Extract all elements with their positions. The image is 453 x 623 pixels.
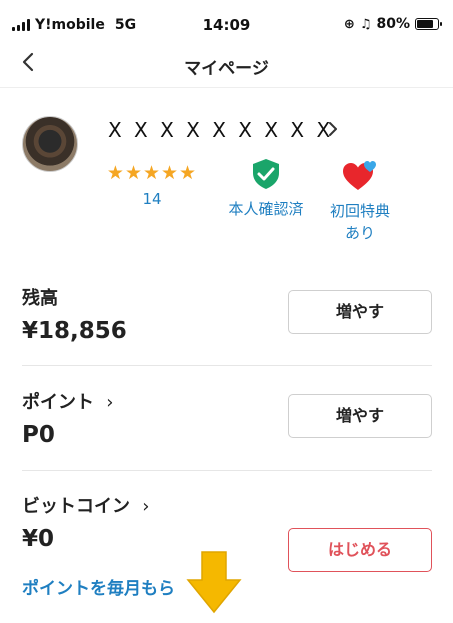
battery-percent: 80% [376, 16, 410, 32]
page-title: マイページ [184, 59, 269, 79]
user-name[interactable]: X X X X X X X X X [108, 118, 333, 142]
points-section: ポイント › P0 増やす [22, 388, 432, 454]
nav-bar: マイページ [0, 42, 453, 88]
points-label-text: ポイント [22, 392, 94, 413]
profile-card: X X X X X X X X X ★★★★★ 14 本人確認済 初回特典 あり [0, 100, 453, 250]
chevron-right-icon[interactable] [326, 118, 340, 145]
rating[interactable]: ★★★★★ 14 [100, 162, 204, 208]
benefit-label-line2: あり [344, 224, 375, 242]
headphones-icon: ♫ [359, 16, 372, 32]
battery-icon [415, 18, 442, 30]
arrow-down-icon [186, 551, 242, 614]
start-bitcoin-button[interactable]: はじめる [288, 528, 432, 572]
bitcoin-label[interactable]: ビットコイン › [22, 492, 432, 518]
benefit-label: 初回特典 あり [322, 200, 398, 244]
status-bar: Y!mobile 5G 14:09 ⊕ ♫ 80% [0, 0, 453, 48]
bitcoin-label-text: ビットコイン [22, 496, 130, 517]
benefit-label-line1: 初回特典 [329, 202, 390, 220]
hearts-icon [343, 161, 376, 190]
increase-balance-button[interactable]: 増やす [288, 290, 432, 334]
monthly-points-link[interactable]: ポイントを毎月もら [22, 574, 175, 599]
orientation-lock-icon: ⊕ [343, 16, 355, 32]
first-time-benefit[interactable]: 初回特典 あり [322, 158, 398, 244]
chevron-right-icon: › [142, 496, 150, 517]
verified-label: 本人確認済 [228, 200, 304, 218]
status-right: ⊕ ♫ 80% [343, 16, 442, 32]
chevron-right-icon: › [106, 392, 114, 413]
shield-check-icon [253, 159, 279, 189]
increase-points-button[interactable]: 増やす [288, 394, 432, 438]
rating-count: 14 [142, 190, 162, 208]
rating-stars: ★★★★★ [106, 162, 198, 184]
battery-fill [417, 20, 433, 28]
divider [22, 365, 432, 366]
identity-verified[interactable]: 本人確認済 [216, 158, 316, 219]
balance-section: 残高 ¥18,856 増やす [22, 284, 432, 350]
avatar[interactable] [22, 116, 78, 172]
divider [22, 470, 432, 471]
